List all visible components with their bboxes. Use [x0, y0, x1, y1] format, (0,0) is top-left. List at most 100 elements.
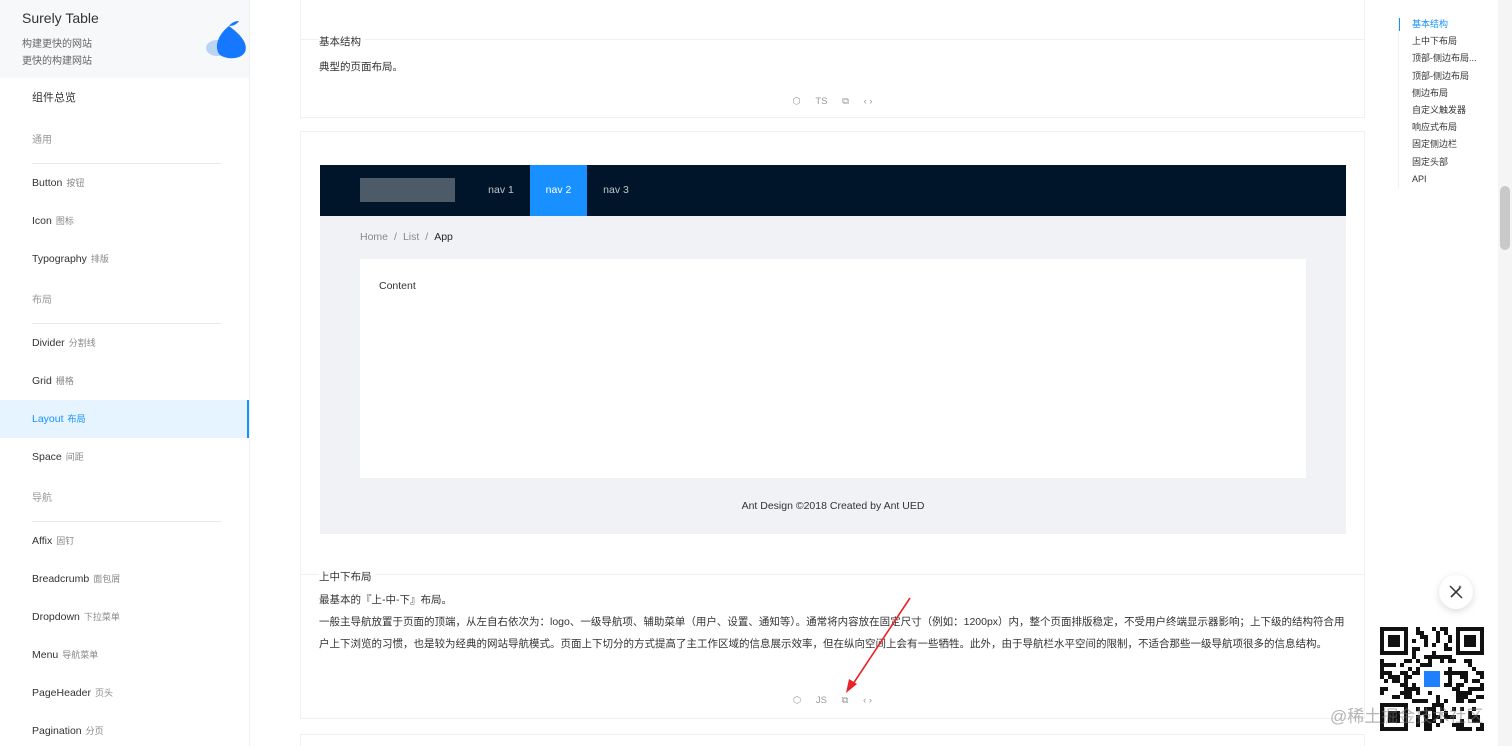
sidebar-item-affix[interactable]: Affix 固钉	[0, 522, 249, 560]
demo-description: 典型的页面布局。	[319, 61, 403, 73]
toc-link[interactable]: 顶部-侧边布局	[1399, 68, 1498, 85]
breadcrumb-separator: /	[394, 231, 397, 243]
scrollbar-thumb[interactable]	[1500, 186, 1510, 250]
breadcrumb-item[interactable]: Home	[360, 231, 388, 243]
sidebar-item-sublabel: 页头	[94, 688, 113, 698]
sidebar-item-sublabel: 分割线	[68, 338, 96, 348]
sidebar-item-label: Breadcrumb	[32, 573, 90, 585]
demo-actions: ⬡ JS ⧉ ‹ ›	[301, 695, 1364, 709]
brand-subtitle: 更快的构建网站	[22, 56, 92, 67]
sidebar-item-icon[interactable]: Icon 图标	[0, 202, 249, 240]
sidebar-item-sublabel: 导航菜单	[62, 650, 99, 660]
sidebar-item-breadcrumb[interactable]: Breadcrumb 面包屑	[0, 560, 249, 598]
demo-nav-item[interactable]: nav 1	[472, 165, 530, 216]
toc-link[interactable]: 上中下布局	[1399, 33, 1498, 50]
javascript-toggle[interactable]: JS	[816, 695, 827, 706]
sidebar-item-sublabel: 按钮	[66, 178, 85, 188]
sidebar-item-menu[interactable]: Menu 导航菜单	[0, 636, 249, 674]
sidebar-item-dropdown[interactable]: Dropdown 下拉菜单	[0, 598, 249, 636]
sidebar-item-space[interactable]: Space 间距	[0, 438, 249, 476]
sidebar: Surely Table 构建更快的网站 更快的构建网站 组件总览 通用 Butt…	[0, 0, 250, 746]
breadcrumb: Home / List / App	[360, 231, 453, 243]
breadcrumb-separator: /	[425, 231, 429, 243]
table-of-contents: 基本结构 上中下布局 顶部-侧边布局... 顶部-侧边布局 侧边布局 自定义触发器 响应式布…	[1398, 16, 1498, 188]
divider	[301, 39, 1364, 40]
toc-link[interactable]: 固定侧边栏	[1399, 136, 1498, 153]
sidebar-item-layout[interactable]: Layout 布局	[0, 400, 249, 438]
breadcrumb-item[interactable]: List	[403, 231, 419, 243]
codesandbox-icon[interactable]: ⬡	[792, 96, 800, 107]
toc-link[interactable]: 基本结构	[1399, 16, 1498, 33]
scrollbar-track[interactable]	[1498, 0, 1512, 746]
sidebar-group-label: 导航	[0, 476, 249, 522]
demo-title: 上中下布局	[319, 569, 376, 584]
toc-link[interactable]: 顶部-侧边布局...	[1399, 50, 1498, 67]
brand-title: Surely Table	[22, 10, 99, 26]
sidebar-group-label: 布局	[0, 278, 249, 324]
demo-logo-placeholder	[360, 178, 455, 202]
sidebar-item-button[interactable]: Button 按钮	[0, 164, 249, 202]
demo-card-basic: 基本结构 典型的页面布局。 ⬡ TS ⧉ ‹ ›	[300, 0, 1365, 118]
sidebar-item-label: Typography	[32, 253, 87, 265]
code-expand-icon[interactable]: ‹ ›	[863, 695, 872, 706]
demo-description: 最基本的『上-中-下』布局。 一般主导航放置于页面的顶端，从左自右依次为：log…	[319, 589, 1346, 655]
main-content: 基本结构 典型的页面布局。 ⬡ TS ⧉ ‹ › nav 1 nav 2 nav…	[250, 0, 1390, 746]
demo-card-top-middle-bottom: nav 1 nav 2 nav 3 Home / List / App Content …	[300, 131, 1365, 719]
sidebar-item-pageheader[interactable]: PageHeader 页头	[0, 674, 249, 712]
sidebar-item-sublabel: 下拉菜单	[83, 612, 120, 622]
toc-link[interactable]: 固定头部	[1399, 154, 1498, 171]
typescript-toggle[interactable]: TS	[815, 96, 827, 107]
brand-logo-icon	[206, 21, 246, 59]
sidebar-item-grid[interactable]: Grid 栅格	[0, 362, 249, 400]
demo-nav-item-active[interactable]: nav 2	[530, 165, 587, 216]
sidebar-group-label: 通用	[0, 118, 249, 164]
brand-subtitle: 构建更快的网站	[22, 39, 92, 50]
codesandbox-icon[interactable]: ⬡	[793, 695, 801, 706]
demo-nav-item[interactable]: nav 3	[587, 165, 645, 216]
copy-icon[interactable]: ⧉	[842, 96, 849, 107]
toc-link[interactable]: 侧边布局	[1399, 85, 1498, 102]
sidebar-item-label: Dropdown	[32, 611, 80, 623]
sidebar-item-label: Grid	[32, 375, 52, 387]
sidebar-item-label: Menu	[32, 649, 59, 661]
sidebar-item-sublabel: 分页	[85, 726, 104, 736]
demo-footer: Ant Design ©2018 Created by Ant UED	[741, 500, 925, 512]
toc-link[interactable]: API	[1399, 171, 1498, 188]
sidebar-item-label: Affix	[32, 535, 53, 547]
brand-header[interactable]: Surely Table 构建更快的网站 更快的构建网站	[0, 0, 249, 78]
description-paragraph: 一般主导航放置于页面的顶端，从左自右依次为：logo、一级导航项、辅助菜单（用户…	[319, 616, 1345, 650]
sidebar-item-typography[interactable]: Typography 排版	[0, 240, 249, 278]
float-action-button[interactable]	[1439, 575, 1473, 609]
sidebar-item-label: Pagination	[32, 725, 82, 737]
code-expand-icon[interactable]: ‹ ›	[864, 96, 873, 107]
sidebar-menu: 组件总览 通用 Button 按钮 Icon 图标 Typography 排版 布局 Divid…	[0, 78, 249, 746]
sidebar-item-sublabel: 栅格	[55, 376, 74, 386]
sidebar-item-sublabel: 排版	[90, 254, 109, 264]
sidebar-item-overview[interactable]: 组件总览	[0, 78, 249, 118]
magic-wand-icon	[1449, 585, 1463, 599]
demo-card-next	[300, 734, 1365, 746]
sidebar-item-divider[interactable]: Divider 分割线	[0, 324, 249, 362]
annotation-arrow-icon	[846, 597, 911, 693]
copy-icon[interactable]: ⧉	[842, 695, 849, 706]
toc-link[interactable]: 自定义触发器	[1399, 102, 1498, 119]
demo-content-area: Content	[360, 259, 1306, 478]
sidebar-item-label: PageHeader	[32, 687, 91, 699]
sidebar-item-label: Icon	[32, 215, 52, 227]
layout-demo: nav 1 nav 2 nav 3 Home / List / App Content …	[320, 165, 1346, 534]
sidebar-item-label: Layout	[32, 413, 64, 425]
breadcrumb-item: App	[434, 231, 453, 243]
watermark: @稀土掘金技术社区	[1330, 707, 1484, 726]
sidebar-item-sublabel: 布局	[67, 414, 86, 424]
demo-actions: ⬡ TS ⧉ ‹ ›	[301, 96, 1364, 110]
demo-header: nav 1 nav 2 nav 3	[320, 165, 1346, 216]
sidebar-item-label: Button	[32, 177, 63, 189]
sidebar-item-sublabel: 面包屑	[93, 574, 121, 584]
sidebar-item-sublabel: 固钉	[56, 536, 75, 546]
sidebar-item-sublabel: 图标	[55, 216, 74, 226]
demo-content-text: Content	[379, 280, 416, 292]
sidebar-item-sublabel: 间距	[65, 452, 84, 462]
description-line: 最基本的『上-中-下』布局。	[319, 594, 452, 606]
toc-link[interactable]: 响应式布局	[1399, 119, 1498, 136]
sidebar-item-pagination[interactable]: Pagination 分页	[0, 712, 249, 746]
